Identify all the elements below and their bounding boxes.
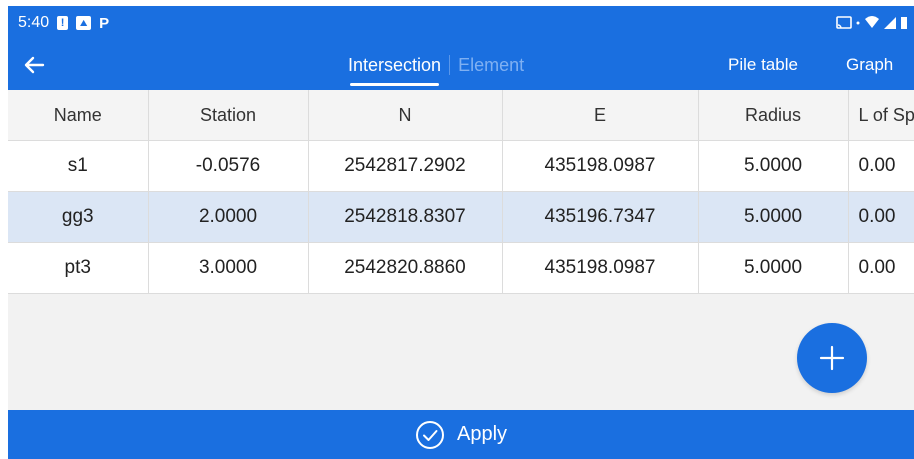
cell-name: gg3 <box>8 191 149 243</box>
cell-l-of-sp: 0.00 <box>848 242 914 294</box>
header-station: Station <box>148 90 309 141</box>
cell-station: 3.0000 <box>148 242 309 294</box>
cell-e: 435198.0987 <box>502 242 699 294</box>
apply-label: Apply <box>456 423 508 445</box>
header-radius: Radius <box>698 90 849 141</box>
cell-n: 2542820.8860 <box>308 242 503 294</box>
table-header-row: Name Station N E Radius L of Sp <box>8 90 914 141</box>
header-l-of-sp: L of Sp <box>848 90 914 141</box>
status-right-icons <box>836 6 908 40</box>
apply-button[interactable]: Apply <box>8 410 914 459</box>
cell-name: s1 <box>8 140 149 192</box>
cell-station: -0.0576 <box>148 140 309 192</box>
wifi-icon <box>865 16 879 28</box>
tab-divider <box>449 55 451 75</box>
arrow-left-icon <box>24 56 45 74</box>
alert-icon: ! <box>57 16 69 30</box>
screen-frame-left <box>0 0 8 459</box>
cell-radius: 5.0000 <box>698 140 849 192</box>
cell-name: pt3 <box>8 242 149 294</box>
data-arrows-icon <box>856 21 860 25</box>
header-name: Name <box>8 90 149 141</box>
screen-frame-top <box>0 0 914 6</box>
status-bar: 5:40 ! ⛰ P <box>8 6 914 40</box>
table-row[interactable]: s1 -0.0576 2542817.2902 435198.0987 5.00… <box>8 140 914 192</box>
tab-intersection[interactable]: Intersection <box>348 40 441 90</box>
header-e: E <box>502 90 699 141</box>
cell-e: 435196.7347 <box>502 191 699 243</box>
status-time: 5:40 <box>18 14 50 31</box>
pile-table-button[interactable]: Pile table <box>728 40 798 90</box>
table-row[interactable]: pt3 3.0000 2542820.8860 435198.0987 5.00… <box>8 242 914 294</box>
tab-element[interactable]: Element <box>458 40 524 90</box>
p-icon: P <box>99 14 110 32</box>
cell-n: 2542817.2902 <box>308 140 503 192</box>
cell-l-of-sp: 0.00 <box>848 191 914 243</box>
cast-icon <box>836 16 852 29</box>
table-row[interactable]: gg3 2.0000 2542818.8307 435196.7347 5.00… <box>8 191 914 243</box>
cell-l-of-sp: 0.00 <box>848 140 914 192</box>
header-n: N <box>308 90 503 141</box>
tab-bar: Intersection Element <box>348 40 524 90</box>
back-button[interactable] <box>18 48 52 82</box>
cell-radius: 5.0000 <box>698 191 849 243</box>
check-circle-icon <box>415 420 444 449</box>
cell-radius: 5.0000 <box>698 242 849 294</box>
cell-station: 2.0000 <box>148 191 309 243</box>
graph-button[interactable]: Graph <box>846 40 893 90</box>
intersection-table: Name Station N E Radius L of Sp s1 -0.05… <box>8 90 914 294</box>
cell-n: 2542818.8307 <box>308 191 503 243</box>
image-icon: ⛰ <box>76 16 92 30</box>
add-button[interactable] <box>797 323 867 393</box>
plus-icon <box>819 345 845 371</box>
app-bar: Intersection Element Pile table Graph <box>8 40 914 90</box>
signal-icon <box>884 17 896 29</box>
battery-icon <box>901 17 907 29</box>
cell-e: 435198.0987 <box>502 140 699 192</box>
